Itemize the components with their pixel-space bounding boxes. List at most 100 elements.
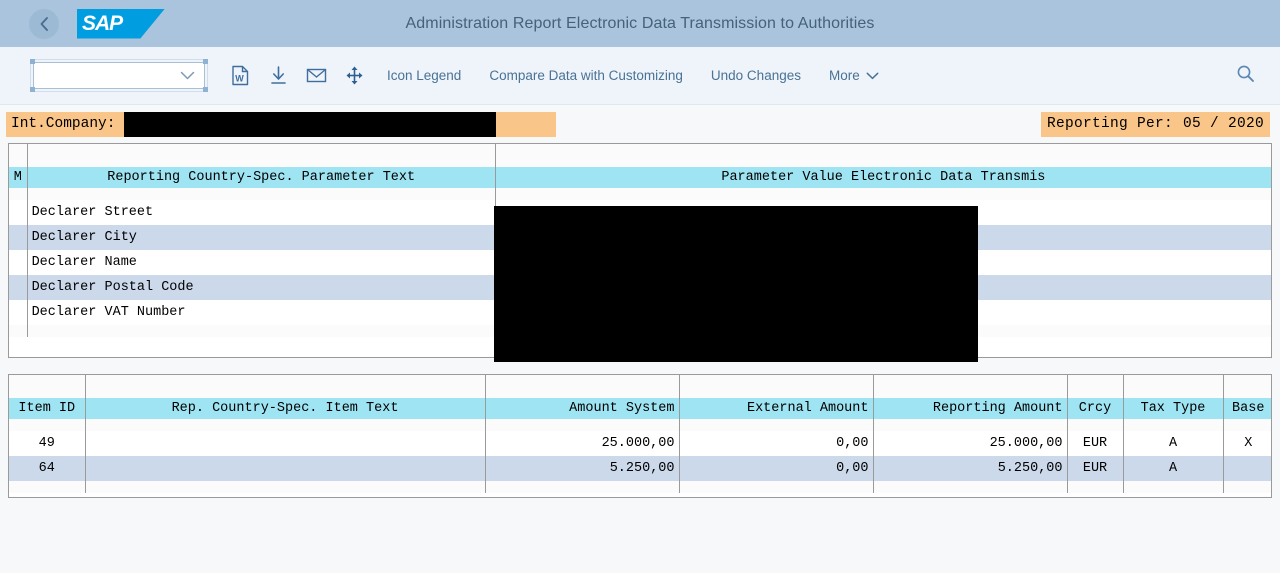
chevron-down-icon[interactable]	[180, 67, 195, 85]
word-export-icon[interactable]: W	[221, 57, 259, 95]
table-row[interactable]: 49 25.000,00 0,00 25.000,00 EUR A X	[9, 431, 1271, 456]
action-toolbar: W Icon Legend Compare Data with Customiz…	[0, 47, 1280, 105]
int-company-label: Int.Company:	[11, 116, 116, 132]
cell-amount_system[interactable]: 5.250,00	[485, 456, 680, 481]
sap-logo[interactable]: SAP	[77, 8, 165, 39]
chevron-left-icon	[39, 16, 50, 32]
cell-text[interactable]: Declarer Street	[27, 200, 496, 225]
spacer-cell	[679, 419, 874, 431]
column-header-m[interactable]: M	[9, 144, 28, 188]
cell-text[interactable]: Declarer City	[27, 225, 496, 250]
item-table-container: Item ID Rep. Country-Spec. Item Text Amo…	[8, 374, 1272, 498]
variant-select[interactable]	[30, 59, 208, 92]
column-header-parameter-text[interactable]: Reporting Country-Spec. Parameter Text	[27, 144, 496, 188]
cell-m[interactable]	[9, 275, 28, 300]
parameter-value-redaction	[494, 206, 978, 362]
int-company-value-redacted	[124, 111, 496, 137]
sap-fiori-application: SAP Administration Report Electronic Dat…	[0, 0, 1280, 573]
spacer-cell	[1067, 419, 1124, 431]
cell-m[interactable]	[9, 200, 28, 225]
cell-m[interactable]	[9, 300, 28, 325]
cell-text[interactable]: Declarer Postal Code	[27, 275, 496, 300]
cell-currency[interactable]: EUR	[1067, 431, 1124, 456]
cell-base[interactable]: X	[1223, 431, 1271, 456]
spacer-cell	[873, 481, 1068, 493]
page-title: Administration Report Electronic Data Tr…	[405, 14, 875, 32]
spacer-cell	[1123, 419, 1224, 431]
spacer-cell	[27, 188, 496, 200]
column-header-currency[interactable]: Crcy	[1067, 375, 1124, 419]
column-header-reporting-amount[interactable]: Reporting Amount	[873, 375, 1068, 419]
spacer-cell	[1067, 481, 1124, 493]
spacer-cell	[9, 188, 28, 200]
int-company-field: Int.Company:	[6, 111, 556, 137]
undo-changes-button[interactable]: Undo Changes	[697, 68, 815, 83]
spacer-cell	[485, 419, 680, 431]
column-header-tax-type[interactable]: Tax Type	[1123, 375, 1224, 419]
back-button[interactable]	[29, 8, 59, 39]
svg-text:W: W	[235, 74, 244, 84]
search-icon	[1236, 64, 1255, 88]
cell-external_amount[interactable]: 0,00	[679, 431, 874, 456]
cell-m[interactable]	[9, 225, 28, 250]
cell-base[interactable]	[1223, 456, 1271, 481]
table-spacer-row	[9, 481, 1271, 493]
cell-reporting_amount[interactable]: 5.250,00	[873, 456, 1068, 481]
spacer-cell	[1123, 481, 1224, 493]
column-header-parameter-value[interactable]: Parameter Value Electronic Data Transmis	[495, 144, 1271, 188]
table-spacer-row	[9, 419, 1271, 431]
cell-tax_type[interactable]: A	[1123, 456, 1224, 481]
cell-text[interactable]: Declarer VAT Number	[27, 300, 496, 325]
spacer-cell	[9, 325, 28, 337]
reporting-period-field: Reporting Per: 05 / 2020	[1040, 111, 1270, 137]
table-spacer-row	[9, 188, 1271, 200]
column-header-base[interactable]: Base	[1223, 375, 1271, 419]
toolbar-icon-group: W	[221, 57, 373, 95]
column-header-amount-system[interactable]: Amount System	[485, 375, 680, 419]
spacer-cell	[495, 188, 1271, 200]
cell-item_id[interactable]: 49	[9, 431, 86, 456]
spacer-cell	[85, 419, 486, 431]
search-button[interactable]	[1230, 61, 1260, 91]
expand-collapse-icon[interactable]	[335, 57, 373, 95]
column-header-external-amount[interactable]: External Amount	[679, 375, 874, 419]
more-button[interactable]: More	[815, 68, 893, 83]
cell-m[interactable]	[9, 250, 28, 275]
cell-item_text[interactable]	[85, 456, 486, 481]
compare-data-button[interactable]: Compare Data with Customizing	[475, 68, 697, 83]
icon-legend-button[interactable]: Icon Legend	[373, 68, 475, 83]
cell-amount_system[interactable]: 25.000,00	[485, 431, 680, 456]
cell-item_id[interactable]: 64	[9, 456, 86, 481]
reporting-period-label: Reporting Per:	[1046, 116, 1173, 132]
column-header-item-id[interactable]: Item ID	[9, 375, 86, 419]
spacer-cell	[679, 481, 874, 493]
download-icon[interactable]	[259, 57, 297, 95]
email-icon[interactable]	[297, 57, 335, 95]
selection-handle-bottom-left	[30, 87, 35, 92]
selection-handle-top-left	[30, 59, 35, 64]
cell-currency[interactable]: EUR	[1067, 456, 1124, 481]
spacer-cell	[27, 325, 496, 337]
column-header-item-text[interactable]: Rep. Country-Spec. Item Text	[85, 375, 486, 419]
filter-bar: Int.Company: Reporting Per: 05 / 2020	[0, 105, 1280, 143]
cell-external_amount[interactable]: 0,00	[679, 456, 874, 481]
chevron-down-icon	[866, 68, 879, 83]
cell-tax_type[interactable]: A	[1123, 431, 1224, 456]
cell-reporting_amount[interactable]: 25.000,00	[873, 431, 1068, 456]
selection-handle-bottom-right	[203, 87, 208, 92]
spacer-cell	[873, 419, 1068, 431]
cell-text[interactable]: Declarer Name	[27, 250, 496, 275]
spacer-cell	[9, 419, 86, 431]
table-row[interactable]: 64 5.250,00 0,00 5.250,00 EUR A	[9, 456, 1271, 481]
spacer-cell	[1223, 419, 1271, 431]
spacer-cell	[485, 481, 680, 493]
item-table: Item ID Rep. Country-Spec. Item Text Amo…	[9, 375, 1271, 493]
table-header-row: Item ID Rep. Country-Spec. Item Text Amo…	[9, 375, 1271, 419]
reporting-period-value: 05 / 2020	[1182, 116, 1264, 132]
spacer-cell	[85, 481, 486, 493]
parameter-table-container: M Reporting Country-Spec. Parameter Text…	[8, 143, 1272, 362]
shell-bar: SAP Administration Report Electronic Dat…	[0, 0, 1280, 47]
cell-item_text[interactable]	[85, 431, 486, 456]
spacer-cell	[1223, 481, 1271, 493]
more-button-label: More	[828, 68, 860, 83]
